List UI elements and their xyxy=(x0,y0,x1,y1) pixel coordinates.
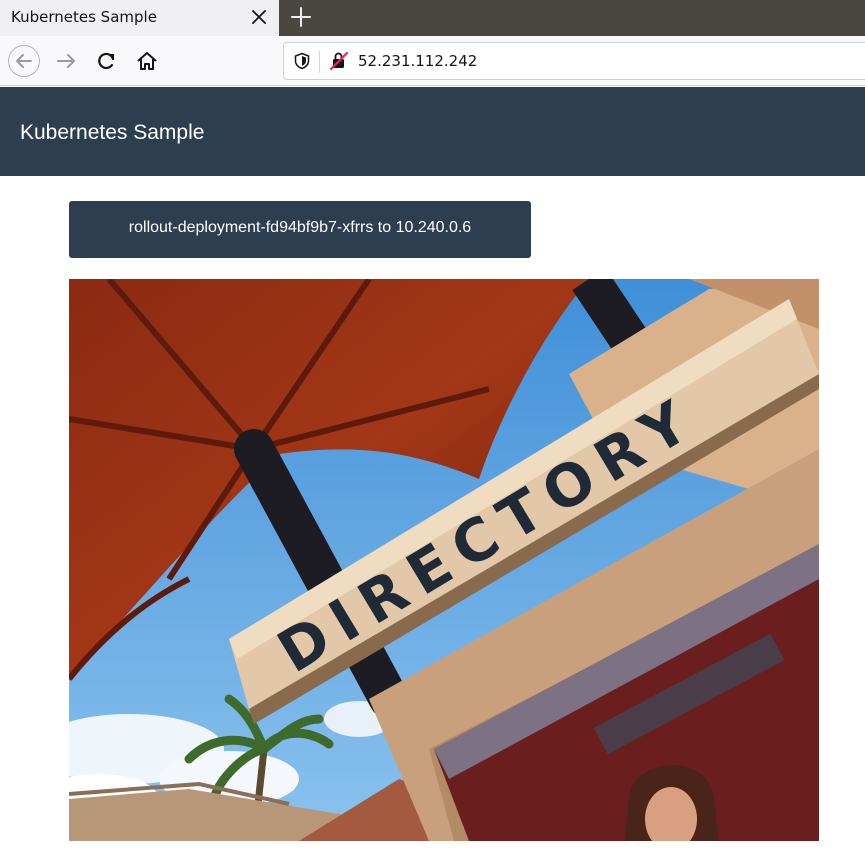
reload-icon[interactable] xyxy=(91,45,123,77)
pod-info-badge: rollout-deployment-fd94bf9b7-xfrrs to 10… xyxy=(69,201,531,258)
url-separator xyxy=(319,51,320,73)
insecure-connection-icon[interactable] xyxy=(329,51,349,71)
page-header: Kubernetes Sample xyxy=(0,87,865,176)
navigation-toolbar: 52.231.112.242 xyxy=(0,36,865,86)
tab-title: Kubernetes Sample xyxy=(11,8,157,26)
url-text[interactable]: 52.231.112.242 xyxy=(358,52,477,70)
home-icon[interactable] xyxy=(131,45,163,77)
page-title: Kubernetes Sample xyxy=(20,121,205,144)
url-bar[interactable]: 52.231.112.242 xyxy=(283,42,865,80)
browser-tab[interactable]: Kubernetes Sample xyxy=(0,0,279,36)
back-arrow-icon[interactable] xyxy=(8,45,40,77)
pod-info-text: rollout-deployment-fd94bf9b7-xfrrs to 10… xyxy=(128,219,472,236)
shield-icon[interactable] xyxy=(293,52,311,70)
forward-arrow-icon[interactable] xyxy=(52,45,84,77)
browser-tab-strip: Kubernetes Sample xyxy=(0,0,865,36)
close-icon[interactable] xyxy=(248,6,270,28)
plus-icon[interactable] xyxy=(288,4,314,30)
directory-photo: DIRECTORY xyxy=(69,279,819,841)
